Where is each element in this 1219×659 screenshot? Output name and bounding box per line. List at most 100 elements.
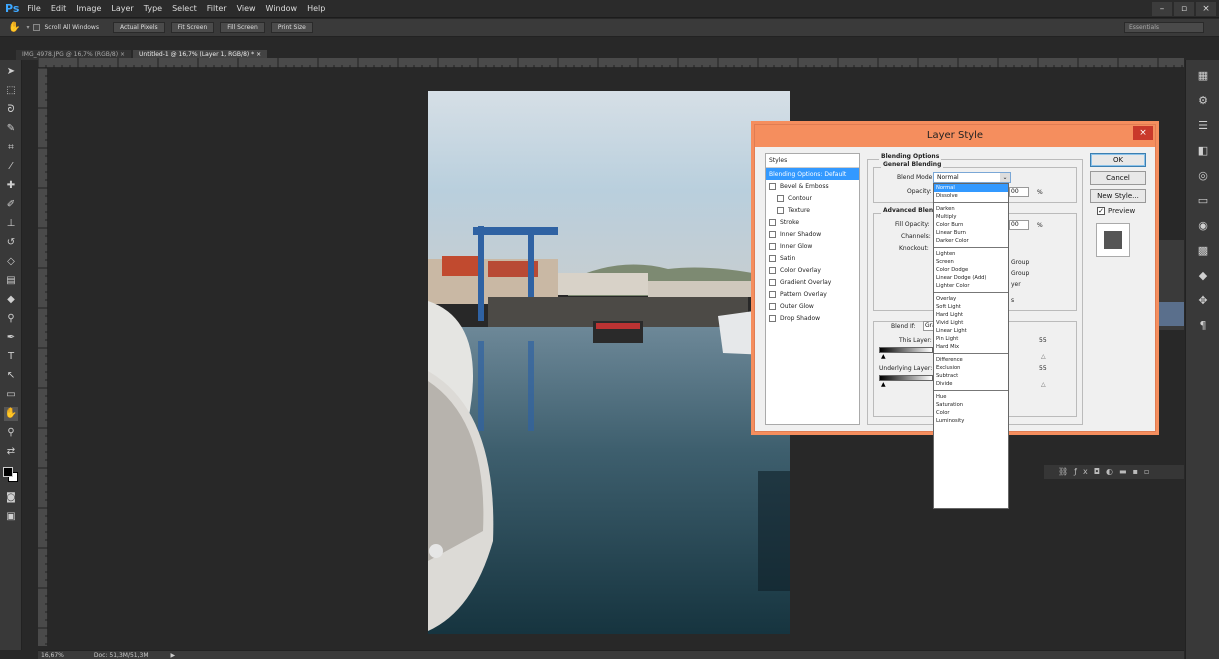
blend-option-multiply[interactable]: Multiply bbox=[934, 213, 1008, 221]
style-blending-options[interactable]: Blending Options: Default bbox=[766, 168, 859, 180]
menu-help[interactable]: Help bbox=[307, 4, 325, 13]
fill-screen-button[interactable]: Fill Screen bbox=[220, 22, 265, 33]
blend-option-overlay[interactable]: Overlay bbox=[934, 295, 1008, 303]
style-gradient-overlay[interactable]: Gradient Overlay bbox=[766, 276, 859, 288]
blend-mode-select[interactable]: Normal ⌄ bbox=[933, 172, 1011, 183]
fit-screen-button[interactable]: Fit Screen bbox=[170, 22, 215, 33]
style-satin[interactable]: Satin bbox=[766, 252, 859, 264]
blend-option-hard-mix[interactable]: Hard Mix bbox=[934, 343, 1008, 351]
close-dialog-button[interactable]: × bbox=[1133, 126, 1153, 140]
screen-mode-icon[interactable]: ▣ bbox=[4, 510, 18, 524]
checkbox[interactable] bbox=[777, 206, 784, 214]
quick-select-tool-icon[interactable]: ✎ bbox=[4, 122, 18, 136]
cancel-button[interactable]: Cancel bbox=[1090, 171, 1146, 185]
doc-size[interactable]: Doc: 51,3M/51,3M bbox=[94, 652, 149, 659]
style-contour[interactable]: Contour bbox=[766, 192, 859, 204]
blur-tool-icon[interactable]: ◆ bbox=[4, 293, 18, 307]
marquee-tool-icon[interactable]: ⬚ bbox=[4, 84, 18, 98]
crop-tool-icon[interactable]: ⌗ bbox=[4, 141, 18, 155]
checkbox[interactable] bbox=[769, 242, 776, 250]
new-style-button[interactable]: New Style... bbox=[1090, 189, 1146, 203]
checkbox[interactable] bbox=[769, 218, 776, 226]
styles-header[interactable]: Styles bbox=[766, 154, 859, 168]
blend-option-divide[interactable]: Divide bbox=[934, 380, 1008, 388]
workspace-select[interactable]: Essentials bbox=[1124, 22, 1204, 33]
channels-panel-icon[interactable]: ◎ bbox=[1195, 168, 1211, 184]
lasso-tool-icon[interactable]: ᘐ bbox=[4, 103, 18, 117]
blend-option-linear-dodge[interactable]: Linear Dodge (Add) bbox=[934, 274, 1008, 282]
healing-tool-icon[interactable]: ✚ bbox=[4, 179, 18, 193]
path-select-tool-icon[interactable]: ↖ bbox=[4, 369, 18, 383]
checkbox[interactable] bbox=[769, 314, 776, 322]
move-tool-icon[interactable]: ➤ bbox=[4, 65, 18, 79]
restore-button[interactable]: ▫ bbox=[1174, 2, 1194, 16]
shape-tool-icon[interactable]: ▭ bbox=[4, 388, 18, 402]
checkbox[interactable] bbox=[769, 230, 776, 238]
slider-handle-icon[interactable]: ▲ bbox=[881, 381, 886, 388]
blend-option-exclusion[interactable]: Exclusion bbox=[934, 364, 1008, 372]
blend-option-color[interactable]: Color bbox=[934, 409, 1008, 417]
blend-option-color-dodge[interactable]: Color Dodge bbox=[934, 266, 1008, 274]
selected-layer-row[interactable] bbox=[1158, 302, 1184, 326]
menu-filter[interactable]: Filter bbox=[207, 4, 227, 13]
slider-handle-icon[interactable]: △ bbox=[1041, 353, 1046, 360]
close-tab-icon[interactable]: × bbox=[120, 51, 125, 58]
style-outer-glow[interactable]: Outer Glow bbox=[766, 300, 859, 312]
chevron-down-icon[interactable]: ⌄ bbox=[1000, 173, 1010, 182]
checkbox[interactable] bbox=[769, 266, 776, 274]
hand-icon[interactable]: ✋ bbox=[8, 22, 20, 33]
color-swatches[interactable] bbox=[0, 464, 22, 486]
checkbox[interactable] bbox=[769, 182, 776, 190]
blend-option-vivid-light[interactable]: Vivid Light bbox=[934, 319, 1008, 327]
properties-panel-icon[interactable]: ⚙ bbox=[1195, 93, 1211, 109]
gradient-tool-icon[interactable]: ▤ bbox=[4, 274, 18, 288]
type-tool-icon[interactable]: T bbox=[4, 350, 18, 364]
close-tab-icon[interactable]: × bbox=[256, 51, 261, 58]
blend-option-linear-burn[interactable]: Linear Burn bbox=[934, 229, 1008, 237]
stamp-tool-icon[interactable]: ⊥ bbox=[4, 217, 18, 231]
eraser-tool-icon[interactable]: ◇ bbox=[4, 255, 18, 269]
blend-mode-dropdown[interactable]: Normal Dissolve Darken Multiply Color Bu… bbox=[933, 183, 1009, 509]
style-color-overlay[interactable]: Color Overlay bbox=[766, 264, 859, 276]
checkbox[interactable] bbox=[769, 278, 776, 286]
checkbox[interactable] bbox=[769, 290, 776, 298]
styles-panel-icon[interactable]: ◉ bbox=[1195, 218, 1211, 234]
fill-opacity-input[interactable]: 00 bbox=[1009, 220, 1029, 230]
this-layer-slider[interactable] bbox=[879, 347, 933, 353]
document-canvas-image[interactable] bbox=[428, 91, 790, 634]
style-drop-shadow[interactable]: Drop Shadow bbox=[766, 312, 859, 324]
close-app-button[interactable]: × bbox=[1196, 2, 1216, 16]
adjustments-panel-icon[interactable]: ☰ bbox=[1195, 118, 1211, 134]
menu-layer[interactable]: Layer bbox=[111, 4, 133, 13]
blend-option-pin-light[interactable]: Pin Light bbox=[934, 335, 1008, 343]
blend-option-luminosity[interactable]: Luminosity bbox=[934, 417, 1008, 425]
blend-option-hard-light[interactable]: Hard Light bbox=[934, 311, 1008, 319]
blend-option-lighten[interactable]: Lighten bbox=[934, 250, 1008, 258]
brush-tool-icon[interactable]: ✐ bbox=[4, 198, 18, 212]
checkbox[interactable] bbox=[769, 254, 776, 262]
blend-option-normal[interactable]: Normal bbox=[934, 184, 1008, 192]
style-pattern-overlay[interactable]: Pattern Overlay bbox=[766, 288, 859, 300]
blend-option-subtract[interactable]: Subtract bbox=[934, 372, 1008, 380]
menu-file[interactable]: File bbox=[27, 4, 40, 13]
blend-option-darker-color[interactable]: Darker Color bbox=[934, 237, 1008, 245]
navigator-panel-icon[interactable]: ✥ bbox=[1195, 293, 1211, 309]
hand-tool-icon[interactable]: ✋ bbox=[4, 407, 18, 421]
slider-handle-icon[interactable]: ▲ bbox=[881, 353, 886, 360]
slider-handle-icon[interactable]: △ bbox=[1041, 381, 1046, 388]
history-panel-icon[interactable]: ▦ bbox=[1195, 68, 1211, 84]
zoom-level[interactable]: 16,67% bbox=[41, 652, 64, 659]
paths-panel-icon[interactable]: ▭ bbox=[1195, 193, 1211, 209]
actual-pixels-button[interactable]: Actual Pixels bbox=[112, 22, 165, 33]
blend-option-saturation[interactable]: Saturation bbox=[934, 401, 1008, 409]
preview-checkbox[interactable]: ✓ bbox=[1097, 207, 1105, 215]
blend-option-lighter-color[interactable]: Lighter Color bbox=[934, 282, 1008, 290]
history-brush-tool-icon[interactable]: ↺ bbox=[4, 236, 18, 250]
menu-type[interactable]: Type bbox=[144, 4, 162, 13]
blend-option-screen[interactable]: Screen bbox=[934, 258, 1008, 266]
style-stroke[interactable]: Stroke bbox=[766, 216, 859, 228]
blend-option-dissolve[interactable]: Dissolve bbox=[934, 192, 1008, 200]
style-texture[interactable]: Texture bbox=[766, 204, 859, 216]
status-arrow-icon[interactable]: ▶ bbox=[171, 652, 176, 659]
checkbox[interactable] bbox=[777, 194, 784, 202]
